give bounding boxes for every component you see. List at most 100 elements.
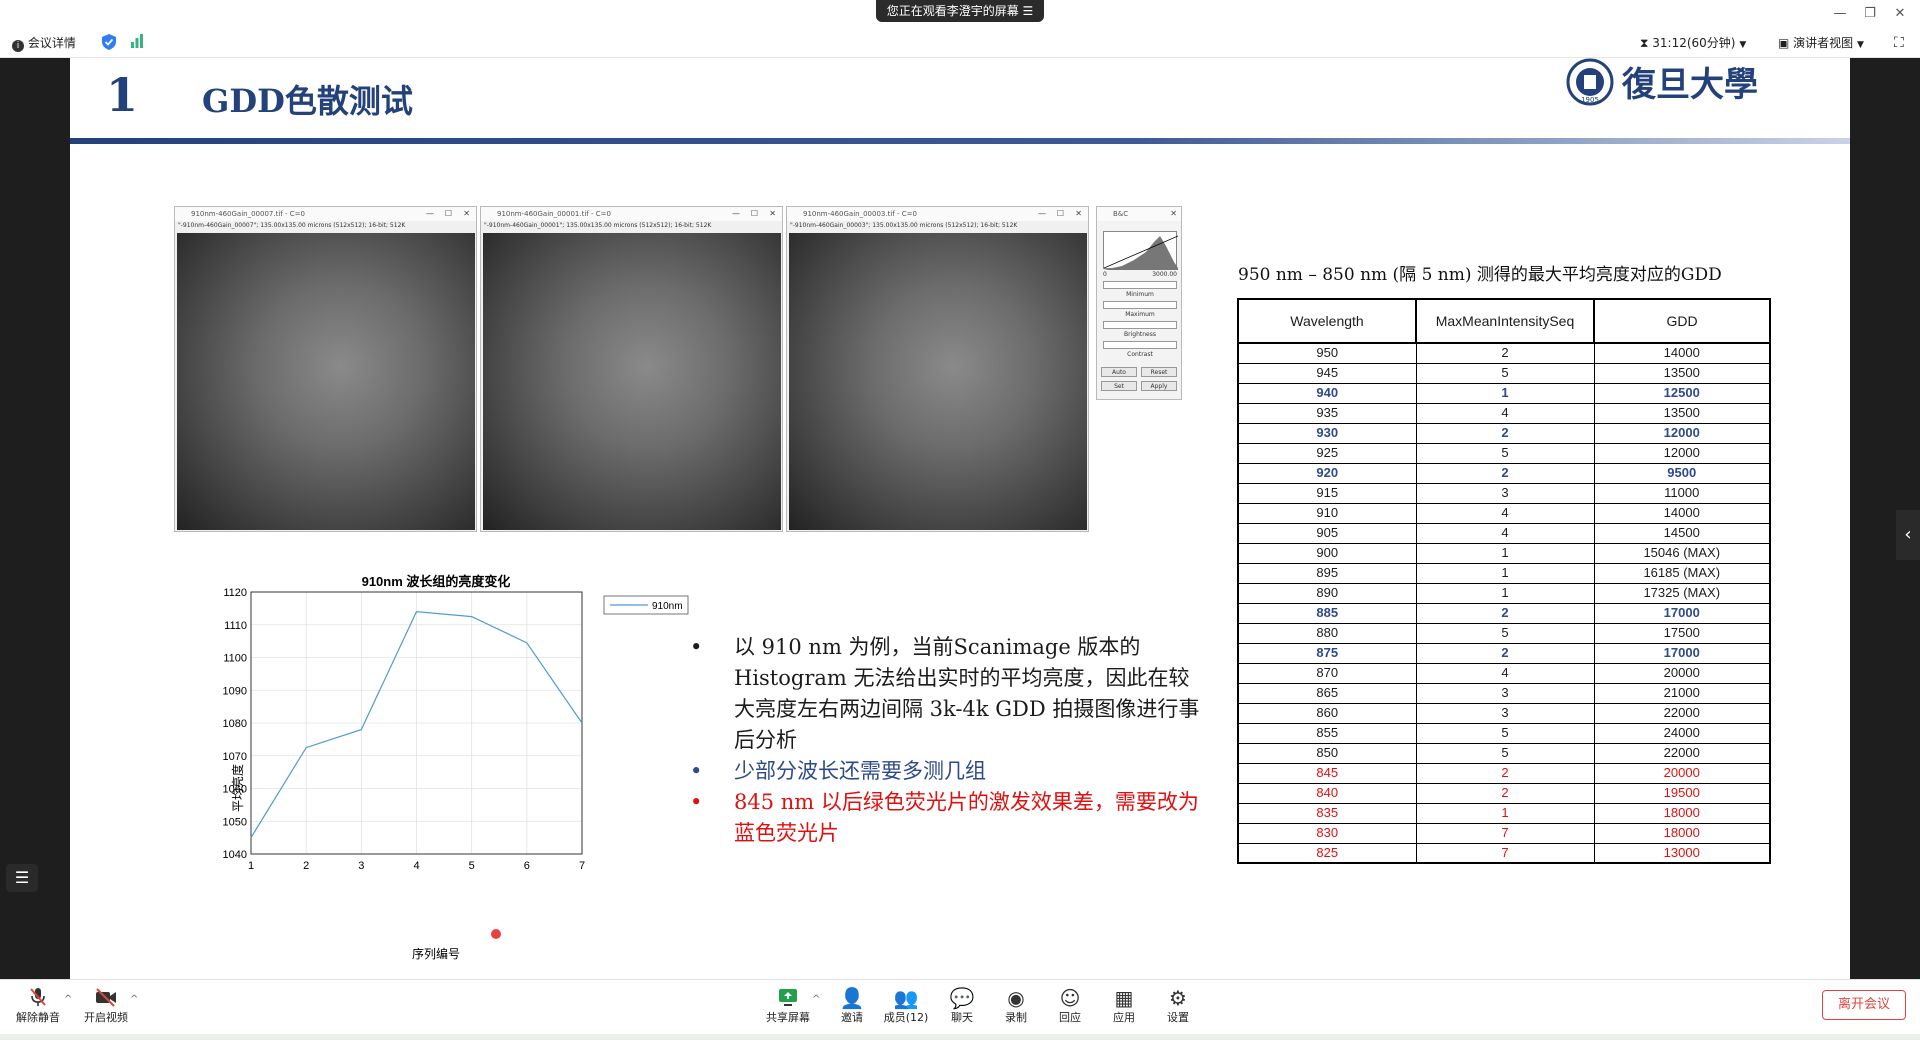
x-tick-label: 3 — [358, 860, 364, 872]
minimum-slider[interactable] — [1103, 281, 1177, 289]
close-button[interactable]: ✕ — [1886, 4, 1914, 24]
start-video-button[interactable]: 开启视频 — [78, 986, 134, 1032]
brightness-slider[interactable] — [1103, 321, 1177, 329]
minimize-button[interactable]: — — [1826, 4, 1854, 24]
presentation-slide: 1 GDD色散测试 1905 復旦大學 910nm-460Gain_00007.… — [70, 58, 1850, 979]
microscope-image[interactable] — [789, 233, 1087, 530]
gdd-table: Wavelength MaxMeanIntensitySeq GDD 950 2 1… — [1237, 298, 1771, 864]
minimize-icon[interactable]: — — [426, 207, 434, 221]
brightness-line-chart: 910nm 波长组的亮度变化 1040105010601070108010901… — [223, 574, 689, 961]
unmute-button[interactable]: 解除静音 — [10, 986, 66, 1032]
university-logo: 1905 復旦大學 — [1560, 58, 1780, 118]
start-video-label: 开启视频 — [84, 1011, 128, 1024]
table-cell: 13500 — [1593, 402, 1771, 424]
brightness-label: Brightness — [1124, 331, 1156, 338]
contrast-label: Contrast — [1127, 351, 1153, 358]
brightness-contrast-window[interactable]: B&C ✕ 0 3000.00 Minimum Maximum Brightne… — [1096, 206, 1182, 400]
table-row: 855 5 24000 — [1237, 722, 1771, 744]
table-row: 825 7 13000 — [1237, 842, 1771, 864]
bullet-item: 845 nm 以后绿色荧光片的激发效果差，需要改为蓝色荧光片 — [690, 787, 1210, 849]
y-tick-label: 1120 — [223, 587, 247, 599]
apps-grid-icon: ▦ — [1114, 986, 1134, 1010]
list-icon[interactable]: ☰ — [6, 864, 38, 892]
table-cell: 825 — [1237, 842, 1417, 864]
meeting-timer[interactable]: ⧗ 31:12(60分钟) ▼ — [1640, 34, 1746, 54]
table-cell: 22000 — [1593, 742, 1771, 764]
leave-meeting-button[interactable]: 离开会议 — [1822, 990, 1906, 1020]
close-icon[interactable]: ✕ — [463, 207, 470, 221]
maximize-icon[interactable]: ☐ — [445, 207, 452, 221]
members-button[interactable]: 👥 成员(12) — [878, 986, 934, 1032]
reactions-button[interactable]: ☺ 回应 — [1042, 986, 1098, 1032]
close-icon[interactable]: ✕ — [1170, 207, 1177, 221]
close-icon[interactable]: ✕ — [1075, 207, 1082, 221]
table-cell: 875 — [1237, 642, 1417, 664]
imagej-window-1[interactable]: 910nm-460Gain_00007.tif - C=0 — ☐ ✕ "-91… — [174, 206, 477, 532]
screen-share-banner[interactable]: 您正在观看李澄宇的屏幕 ☰ — [876, 0, 1044, 22]
x-tick-label: 4 — [413, 860, 419, 872]
settings-button[interactable]: ⚙ 设置 — [1150, 986, 1206, 1032]
security-shield-icon[interactable] — [102, 34, 116, 55]
contrast-slider[interactable] — [1103, 341, 1177, 349]
chevron-up-icon[interactable]: ^ — [812, 994, 820, 1005]
network-signal-icon[interactable] — [130, 34, 144, 53]
table-cell: 830 — [1237, 822, 1417, 844]
chevron-up-icon[interactable]: ^ — [64, 994, 72, 1005]
table-cell: 890 — [1237, 582, 1417, 604]
reset-button[interactable]: Reset — [1141, 367, 1177, 377]
imagej-window-3[interactable]: 910nm-460Gain_00003.tif - C=0 — ☐ ✕ "-91… — [786, 206, 1089, 532]
chevron-down-icon: ▼ — [1857, 40, 1864, 50]
table-cell: 835 — [1237, 802, 1417, 824]
maximum-slider[interactable] — [1103, 301, 1177, 309]
table-cell: 840 — [1237, 782, 1417, 804]
table-cell: 12500 — [1593, 382, 1771, 404]
maximize-icon[interactable]: ☐ — [751, 207, 758, 221]
share-screen-button[interactable]: 共享屏幕 — [760, 986, 816, 1032]
table-cell: 850 — [1237, 742, 1417, 764]
imagej-window-2[interactable]: 910nm-460Gain_00001.tif - C=0 — ☐ ✕ "-91… — [480, 206, 783, 532]
table-row: 840 2 19500 — [1237, 782, 1771, 804]
meeting-toolbar: 解除静音 ^ 开启视频 ^ 共享屏幕 ^ 👤 邀请 👥 成员(12) 💬 聊天 … — [0, 979, 1920, 1040]
table-cell: 950 — [1237, 342, 1417, 364]
invite-button[interactable]: 👤 邀请 — [824, 986, 880, 1032]
maximize-icon[interactable]: ☐ — [1057, 207, 1064, 221]
close-icon[interactable]: ✕ — [769, 207, 776, 221]
microscope-image[interactable] — [177, 233, 475, 530]
invite-label: 邀请 — [841, 1011, 863, 1024]
set-button[interactable]: Set — [1101, 381, 1137, 391]
bc-range-max: 3000.00 — [1152, 271, 1177, 278]
auto-button[interactable]: Auto — [1101, 367, 1137, 377]
table-cell: 885 — [1237, 602, 1417, 624]
x-tick-label: 7 — [579, 860, 585, 872]
chat-button[interactable]: 💬 聊天 — [934, 986, 990, 1032]
table-cell: 915 — [1237, 482, 1417, 504]
table-cell: 17000 — [1593, 642, 1771, 664]
y-tick-label: 1050 — [223, 816, 247, 828]
minimize-icon[interactable]: — — [732, 207, 740, 221]
microscope-image[interactable] — [483, 233, 781, 530]
chevron-up-icon[interactable]: ^ — [130, 994, 138, 1005]
apply-button[interactable]: Apply — [1141, 381, 1177, 391]
record-button[interactable]: ◉ 录制 — [988, 986, 1044, 1032]
y-tick-label: 1040 — [223, 849, 247, 861]
table-row: 860 3 22000 — [1237, 702, 1771, 724]
apps-button[interactable]: ▦ 应用 — [1096, 986, 1152, 1032]
minimize-icon[interactable]: — — [1038, 207, 1046, 221]
members-label: 成员(12) — [883, 1011, 929, 1024]
imagej-window-title: 910nm-460Gain_00003.tif - C=0 — ☐ ✕ — [787, 207, 1088, 221]
table-cell: 860 — [1237, 702, 1417, 724]
table-cell: 13500 — [1593, 362, 1771, 384]
view-mode-selector[interactable]: ▣ 演讲者视图 ▼ — [1778, 34, 1864, 54]
imagej-image-info: "-910nm-460Gain_00007"; 135.00x135.00 mi… — [178, 222, 406, 229]
restore-button[interactable]: ❐ — [1856, 4, 1884, 24]
legend-label: 910nm — [652, 601, 683, 612]
table-cell: 1 — [1415, 582, 1595, 604]
side-panel-toggle[interactable]: ‹ — [1896, 510, 1920, 560]
chevron-left-icon: ‹ — [1904, 524, 1912, 545]
fullscreen-icon[interactable]: ⛶ — [1894, 34, 1904, 52]
y-tick-label: 1110 — [224, 620, 247, 632]
table-cell: 4 — [1415, 502, 1595, 524]
shared-screen: 1 GDD色散测试 1905 復旦大學 910nm-460Gain_00007.… — [0, 58, 1920, 979]
table-cell: 17500 — [1593, 622, 1771, 644]
meeting-info-button[interactable]: i 会议详情 — [12, 34, 76, 52]
